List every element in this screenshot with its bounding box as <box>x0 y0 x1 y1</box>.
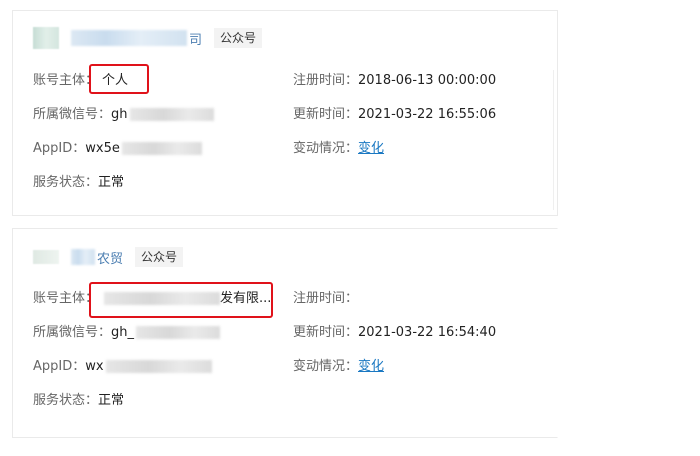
account-avatar <box>33 27 59 49</box>
account-header: 司 公众号 <box>33 27 263 49</box>
status-row: 服务状态：正常 <box>33 392 124 410</box>
card-divider <box>553 70 554 210</box>
appid-label: AppID： <box>33 141 86 156</box>
account-card-1: 司 公众号 账号主体： 个人 所属微信号：gh AppID：wx5e 服务状态：正… <box>12 10 558 216</box>
wechat-id-row: 所属微信号：gh_ <box>33 324 221 342</box>
change-label: 变动情况： <box>293 141 359 156</box>
status-row: 服务状态：正常 <box>33 174 124 192</box>
account-type-badge: 公众号 <box>135 247 184 267</box>
registered-value: 2018-06-13 00:00:00 <box>358 73 497 88</box>
registered-label: 注册时间： <box>293 291 359 306</box>
account-name[interactable]: 司 <box>189 29 202 48</box>
status-label: 服务状态： <box>33 393 99 408</box>
updated-label: 更新时间： <box>293 107 359 122</box>
appid-redacted <box>121 142 202 155</box>
appid-redacted <box>105 360 212 373</box>
status-value: 正常 <box>98 175 125 190</box>
highlight-box <box>89 282 273 318</box>
account-type-badge: 公众号 <box>214 28 263 48</box>
appid-label: AppID： <box>33 359 86 374</box>
registered-row: 注册时间：2018-06-13 00:00:00 <box>293 72 496 90</box>
updated-value: 2021-03-22 16:54:40 <box>358 325 497 340</box>
wechat-id-value: gh_ <box>111 325 135 340</box>
status-value: 正常 <box>98 393 125 408</box>
wechat-id-redacted <box>136 326 221 339</box>
registered-row: 注册时间： <box>293 290 358 308</box>
wechat-id-row: 所属微信号：gh <box>33 106 214 124</box>
highlight-box <box>89 64 149 94</box>
account-name[interactable]: 农贸 <box>97 248 123 267</box>
account-name-redacted <box>71 30 187 46</box>
updated-label: 更新时间： <box>293 325 359 340</box>
appid-value: wx5e <box>85 141 120 156</box>
wechat-id-label: 所属微信号： <box>33 107 112 122</box>
wechat-id-value: gh <box>111 107 128 122</box>
account-card-2: 农贸 公众号 账号主体： 发有限... 所属微信号：gh_ AppID：wx 服务… <box>12 228 558 438</box>
account-avatar <box>33 250 59 264</box>
account-name-redacted <box>71 249 95 265</box>
change-row: 变动情况：变化 <box>293 358 384 376</box>
updated-row: 更新时间：2021-03-22 16:55:06 <box>293 106 496 124</box>
appid-value: wx <box>85 359 104 374</box>
account-header: 农贸 公众号 <box>33 246 184 268</box>
status-label: 服务状态： <box>33 175 99 190</box>
wechat-id-label: 所属微信号： <box>33 325 112 340</box>
updated-value: 2021-03-22 16:55:06 <box>358 107 497 122</box>
updated-row: 更新时间：2021-03-22 16:54:40 <box>293 324 496 342</box>
change-row: 变动情况：变化 <box>293 140 384 158</box>
registered-label: 注册时间： <box>293 73 359 88</box>
appid-row: AppID：wx5e <box>33 140 202 158</box>
change-link[interactable]: 变化 <box>358 141 384 156</box>
change-label: 变动情况： <box>293 359 359 374</box>
change-link[interactable]: 变化 <box>358 359 384 374</box>
appid-row: AppID：wx <box>33 358 212 376</box>
wechat-id-redacted <box>129 108 214 121</box>
